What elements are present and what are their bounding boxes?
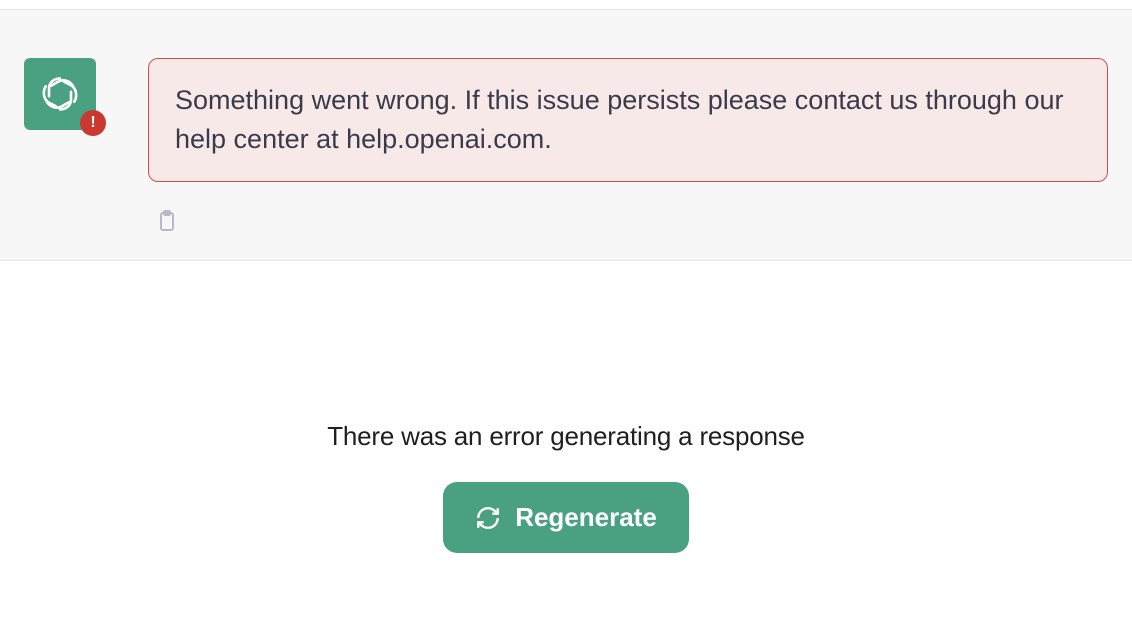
top-divider: [0, 0, 1132, 10]
footer-area: There was an error generating a response…: [0, 261, 1132, 553]
regenerate-label: Regenerate: [515, 502, 657, 533]
error-message: Something went wrong. If this issue pers…: [148, 58, 1108, 182]
exclamation-icon: !: [90, 115, 95, 131]
assistant-message-row: ! Something went wrong. If this issue pe…: [0, 10, 1132, 261]
error-badge: !: [80, 110, 106, 136]
regenerate-button[interactable]: Regenerate: [443, 482, 689, 553]
copy-button[interactable]: [152, 206, 182, 236]
clipboard-icon: [155, 209, 179, 233]
message-actions: [152, 206, 1108, 236]
error-status-text: There was an error generating a response: [0, 421, 1132, 452]
message-body: Something went wrong. If this issue pers…: [148, 58, 1108, 236]
openai-logo-svg: [38, 72, 82, 116]
assistant-avatar: !: [24, 58, 96, 130]
refresh-icon: [475, 505, 501, 531]
